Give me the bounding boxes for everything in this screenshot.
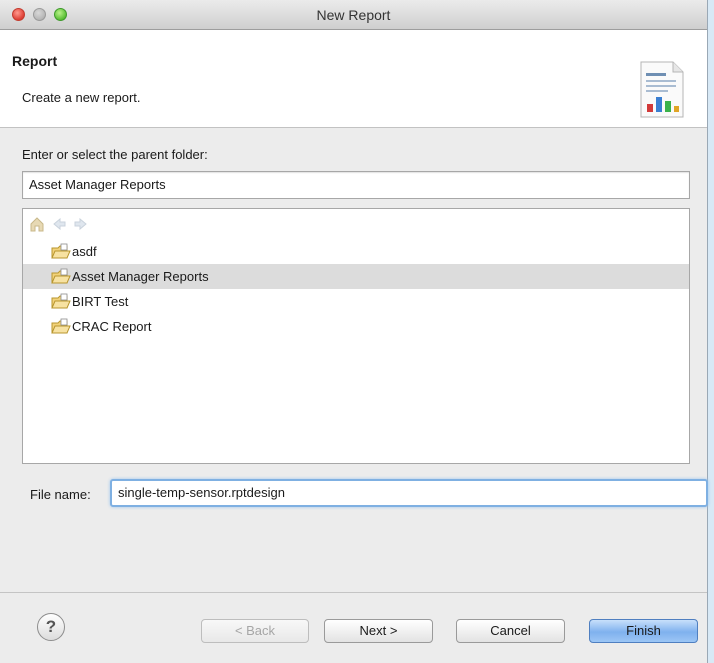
forward-arrow-icon[interactable] — [73, 216, 89, 232]
folder-tree-item[interactable]: Asset Manager Reports — [23, 264, 689, 289]
folder-icon — [51, 318, 71, 333]
folder-tree-item-label: BIRT Test — [72, 294, 129, 309]
folder-tree-item[interactable]: CRAC Report — [23, 314, 689, 339]
folder-tree[interactable]: asdf Asset Manager Reports BIRT Test CRAC R… — [22, 208, 690, 464]
window-title: New Report — [316, 7, 391, 23]
page-description: Create a new report. — [22, 90, 141, 105]
parent-folder-label: Enter or select the parent folder: — [22, 147, 208, 162]
help-button[interactable]: ? — [37, 613, 65, 641]
tree-toolbar — [29, 215, 89, 233]
folder-list: asdf Asset Manager Reports BIRT Test CRAC R… — [23, 239, 689, 339]
button-bar-divider — [0, 592, 707, 593]
folder-tree-item[interactable]: asdf — [23, 239, 689, 264]
next-button[interactable]: Next > — [324, 619, 433, 643]
new-report-dialog: New Report Report Create a new report. E… — [0, 0, 708, 663]
folder-tree-item-label: CRAC Report — [72, 319, 152, 334]
folder-icon — [51, 243, 71, 258]
folder-tree-item-label: asdf — [72, 244, 97, 259]
folder-icon — [51, 268, 71, 283]
folder-icon — [51, 293, 71, 308]
page-title: Report — [12, 53, 58, 69]
back-button[interactable]: < Back — [201, 619, 309, 643]
help-icon: ? — [45, 617, 57, 636]
file-name-label: File name: — [30, 487, 91, 502]
folder-tree-item[interactable]: BIRT Test — [23, 289, 689, 314]
back-arrow-icon[interactable] — [51, 216, 67, 232]
cancel-button[interactable]: Cancel — [456, 619, 565, 643]
parent-folder-input[interactable]: Asset Manager Reports — [22, 171, 690, 199]
home-icon[interactable] — [29, 216, 45, 232]
file-name-input[interactable]: single-temp-sensor.rptdesign — [110, 479, 708, 507]
title-bar: New Report — [0, 0, 707, 30]
report-wizard-icon — [640, 61, 684, 118]
finish-button[interactable]: Finish — [589, 619, 698, 643]
wizard-header: Report Create a new report. — [0, 30, 707, 128]
folder-tree-item-label: Asset Manager Reports — [72, 269, 209, 284]
